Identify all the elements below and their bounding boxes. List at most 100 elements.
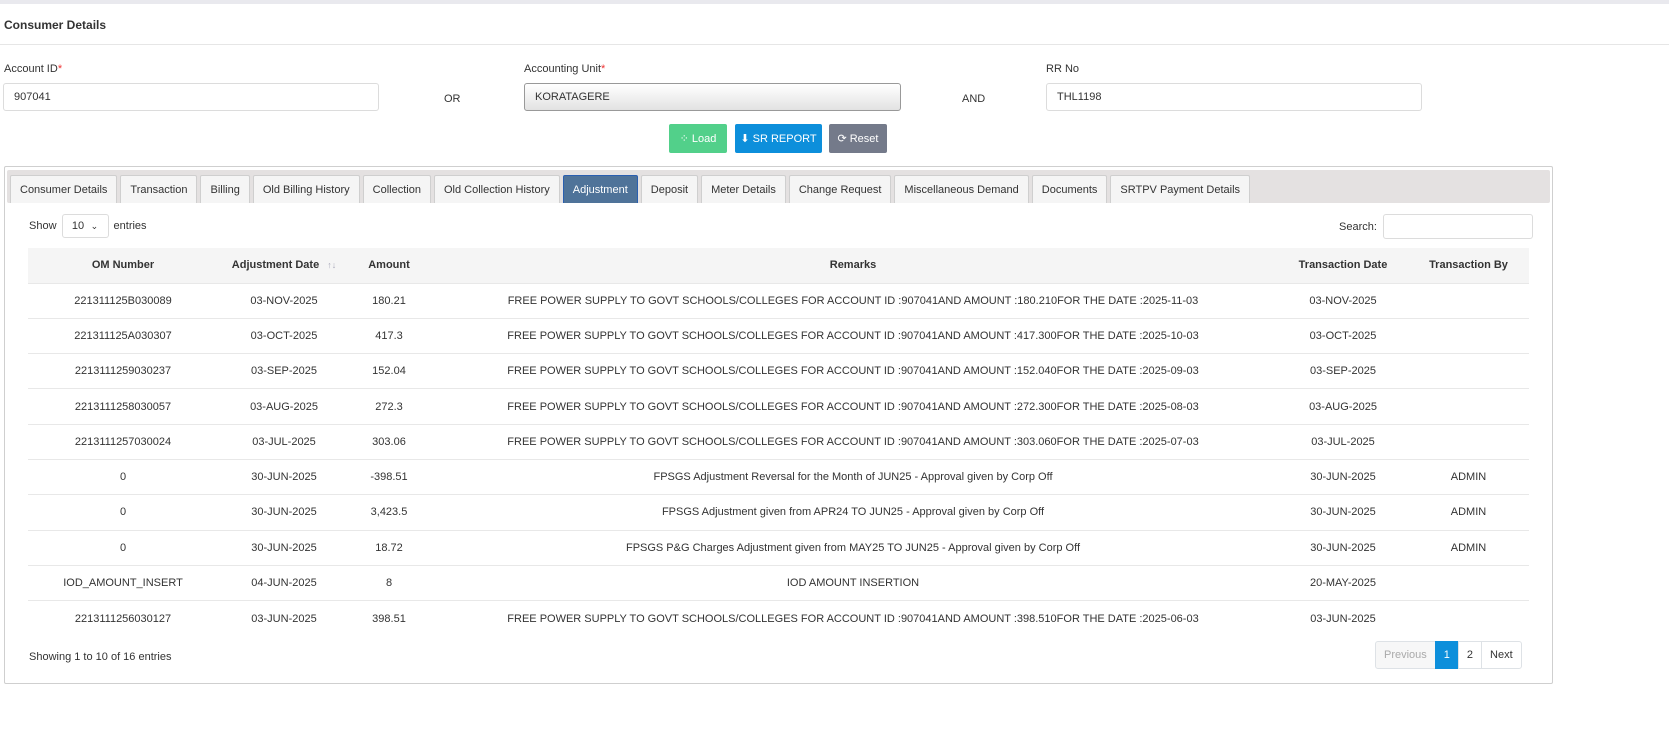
- previous-page-button[interactable]: Previous: [1375, 641, 1436, 669]
- cell-om-number: 2213111258030057: [28, 388, 218, 425]
- col-om-number[interactable]: OM Number: [28, 248, 218, 283]
- cell-transaction-by: [1408, 600, 1529, 636]
- cell-adjustment-date: 30-JUN-2025: [218, 529, 350, 566]
- cell-adjustment-date: 04-JUN-2025: [218, 564, 350, 601]
- tab-deposit[interactable]: Deposit: [640, 175, 699, 203]
- spinner-icon: ⁘: [679, 133, 689, 145]
- tab-adjustment[interactable]: Adjustment: [562, 175, 638, 203]
- cell-om-number: 2213111256030127: [28, 600, 218, 636]
- cell-remarks: FREE POWER SUPPLY TO GOVT SCHOOLS/COLLEG…: [428, 388, 1278, 425]
- cell-transaction-date: 03-NOV-2025: [1278, 282, 1408, 319]
- col-transaction-by[interactable]: Transaction By: [1408, 248, 1529, 283]
- tab-old-billing-history[interactable]: Old Billing History: [252, 175, 360, 203]
- cell-remarks: FPSGS Adjustment given from APR24 TO JUN…: [428, 494, 1278, 531]
- divider: [0, 44, 1669, 45]
- chevron-down-icon: ⌄: [90, 220, 99, 231]
- cell-transaction-date: 30-JUN-2025: [1278, 529, 1408, 566]
- tab-collection[interactable]: Collection: [362, 175, 431, 203]
- table-row: IOD_AMOUNT_INSERT 04-JUN-2025 8 IOD AMOUNT …: [28, 564, 1529, 601]
- cell-om-number: 0: [28, 529, 218, 566]
- accounting-unit-select[interactable]: KORATAGERE: [524, 83, 901, 111]
- details-card: Consumer Details Transaction Billing Old Bi…: [4, 166, 1553, 684]
- table-row: 0 30-JUN-2025 3,423.5 FPSGS Adjustment give…: [28, 494, 1529, 531]
- tab-transaction[interactable]: Transaction: [120, 175, 198, 203]
- cell-transaction-date: 20-MAY-2025: [1278, 564, 1408, 601]
- cell-transaction-by: [1408, 353, 1529, 389]
- tab-documents[interactable]: Documents: [1031, 175, 1108, 203]
- cell-transaction-by: [1408, 282, 1529, 319]
- page-1-button[interactable]: 1: [1434, 641, 1459, 669]
- table-row: 2213111257030024 03-JUL-2025 303.06 FREE PO…: [28, 423, 1529, 460]
- top-bar: [0, 0, 1669, 4]
- tab-billing[interactable]: Billing: [200, 175, 250, 203]
- sr-report-button[interactable]: ⬇ SR REPORT: [735, 124, 822, 153]
- entries-length: Show 10 ⌄ entries: [29, 214, 147, 238]
- tab-change-request[interactable]: Change Request: [788, 175, 892, 203]
- cell-transaction-date: 03-SEP-2025: [1278, 353, 1408, 389]
- cell-adjustment-date: 03-SEP-2025: [218, 353, 350, 389]
- accounting-unit-label: Accounting Unit*: [524, 63, 606, 75]
- entries-select[interactable]: 10 ⌄: [61, 214, 109, 238]
- show-label: Show: [29, 220, 57, 232]
- cell-om-number: 221311125A030307: [28, 317, 218, 354]
- adjustment-table: OM Number Adjustment Date ↑↓ Amount Remar…: [28, 248, 1529, 636]
- col-adjustment-date[interactable]: Adjustment Date ↑↓: [218, 248, 350, 283]
- col-remarks[interactable]: Remarks: [428, 248, 1278, 283]
- cell-transaction-date: 30-JUN-2025: [1278, 458, 1408, 495]
- cell-remarks: FPSGS Adjustment Reversal for the Month …: [428, 458, 1278, 495]
- table-row: 2213111256030127 03-JUN-2025 398.51 FREE PO…: [28, 600, 1529, 636]
- cell-transaction-date: 03-OCT-2025: [1278, 317, 1408, 354]
- cell-transaction-by: [1408, 423, 1529, 460]
- cell-om-number: 2213111259030237: [28, 353, 218, 389]
- table-row: 2213111259030237 03-SEP-2025 152.04 FREE PO…: [28, 353, 1529, 389]
- cell-amount: 303.06: [350, 423, 428, 460]
- cell-amount: -398.51: [350, 458, 428, 495]
- cell-transaction-date: 03-JUN-2025: [1278, 600, 1408, 636]
- cell-om-number: 0: [28, 494, 218, 531]
- account-id-input[interactable]: 907041: [3, 83, 379, 111]
- reset-button[interactable]: ⟳ Reset: [829, 124, 887, 153]
- cell-transaction-by: ADMIN: [1408, 458, 1529, 495]
- search-label: Search:: [1339, 220, 1377, 233]
- cell-amount: 152.04: [350, 353, 428, 389]
- table-search: Search:: [1339, 214, 1533, 239]
- table-info: Showing 1 to 10 of 16 entries: [29, 651, 172, 663]
- cell-om-number: 2213111257030024: [28, 423, 218, 460]
- refresh-icon: ⟳: [837, 133, 847, 145]
- cell-transaction-by: ADMIN: [1408, 494, 1529, 531]
- cell-remarks: FREE POWER SUPPLY TO GOVT SCHOOLS/COLLEG…: [428, 353, 1278, 389]
- table-row: 2213111258030057 03-AUG-2025 272.3 FREE POW…: [28, 388, 1529, 425]
- tab-miscellaneous-demand[interactable]: Miscellaneous Demand: [894, 175, 1029, 203]
- rr-no-input[interactable]: THL1198: [1046, 83, 1422, 111]
- cell-transaction-by: [1408, 317, 1529, 354]
- and-label: AND: [962, 93, 986, 105]
- table-row: 0 30-JUN-2025 -398.51 FPSGS Adjustment Reve…: [28, 458, 1529, 495]
- tab-consumer-details[interactable]: Consumer Details: [10, 175, 118, 203]
- table-row: 221311125A030307 03-OCT-2025 417.3 FREE POW…: [28, 317, 1529, 354]
- tab-srtpv-payment-details[interactable]: SRTPV Payment Details: [1110, 175, 1251, 203]
- rr-no-label: RR No: [1046, 63, 1080, 75]
- tab-old-collection-history[interactable]: Old Collection History: [433, 175, 560, 203]
- search-input[interactable]: [1382, 214, 1533, 239]
- cell-amount: 417.3: [350, 317, 428, 354]
- cell-amount: 398.51: [350, 600, 428, 636]
- page-2-button[interactable]: 2: [1457, 641, 1483, 669]
- cell-amount: 18.72: [350, 529, 428, 566]
- cell-adjustment-date: 03-JUN-2025: [218, 600, 350, 636]
- col-amount[interactable]: Amount: [350, 248, 428, 283]
- tab-meter-details[interactable]: Meter Details: [701, 175, 786, 203]
- cell-remarks: FREE POWER SUPPLY TO GOVT SCHOOLS/COLLEG…: [428, 317, 1278, 354]
- tab-bar: Consumer Details Transaction Billing Old Bi…: [7, 170, 1550, 203]
- cell-transaction-date: 03-JUL-2025: [1278, 423, 1408, 460]
- account-id-label: Account ID*: [4, 63, 63, 75]
- cell-remarks: FREE POWER SUPPLY TO GOVT SCHOOLS/COLLEG…: [428, 282, 1278, 319]
- sort-icon[interactable]: ↑↓: [327, 260, 336, 270]
- cell-transaction-by: ADMIN: [1408, 529, 1529, 566]
- pagination: Previous 1 2 Next: [1375, 641, 1522, 669]
- cell-om-number: 0: [28, 458, 218, 495]
- load-button[interactable]: ⁘ Load: [669, 124, 727, 153]
- next-page-button[interactable]: Next: [1481, 641, 1522, 669]
- cell-adjustment-date: 03-NOV-2025: [218, 282, 350, 319]
- cell-amount: 8: [350, 564, 428, 601]
- col-transaction-date[interactable]: Transaction Date: [1278, 248, 1408, 283]
